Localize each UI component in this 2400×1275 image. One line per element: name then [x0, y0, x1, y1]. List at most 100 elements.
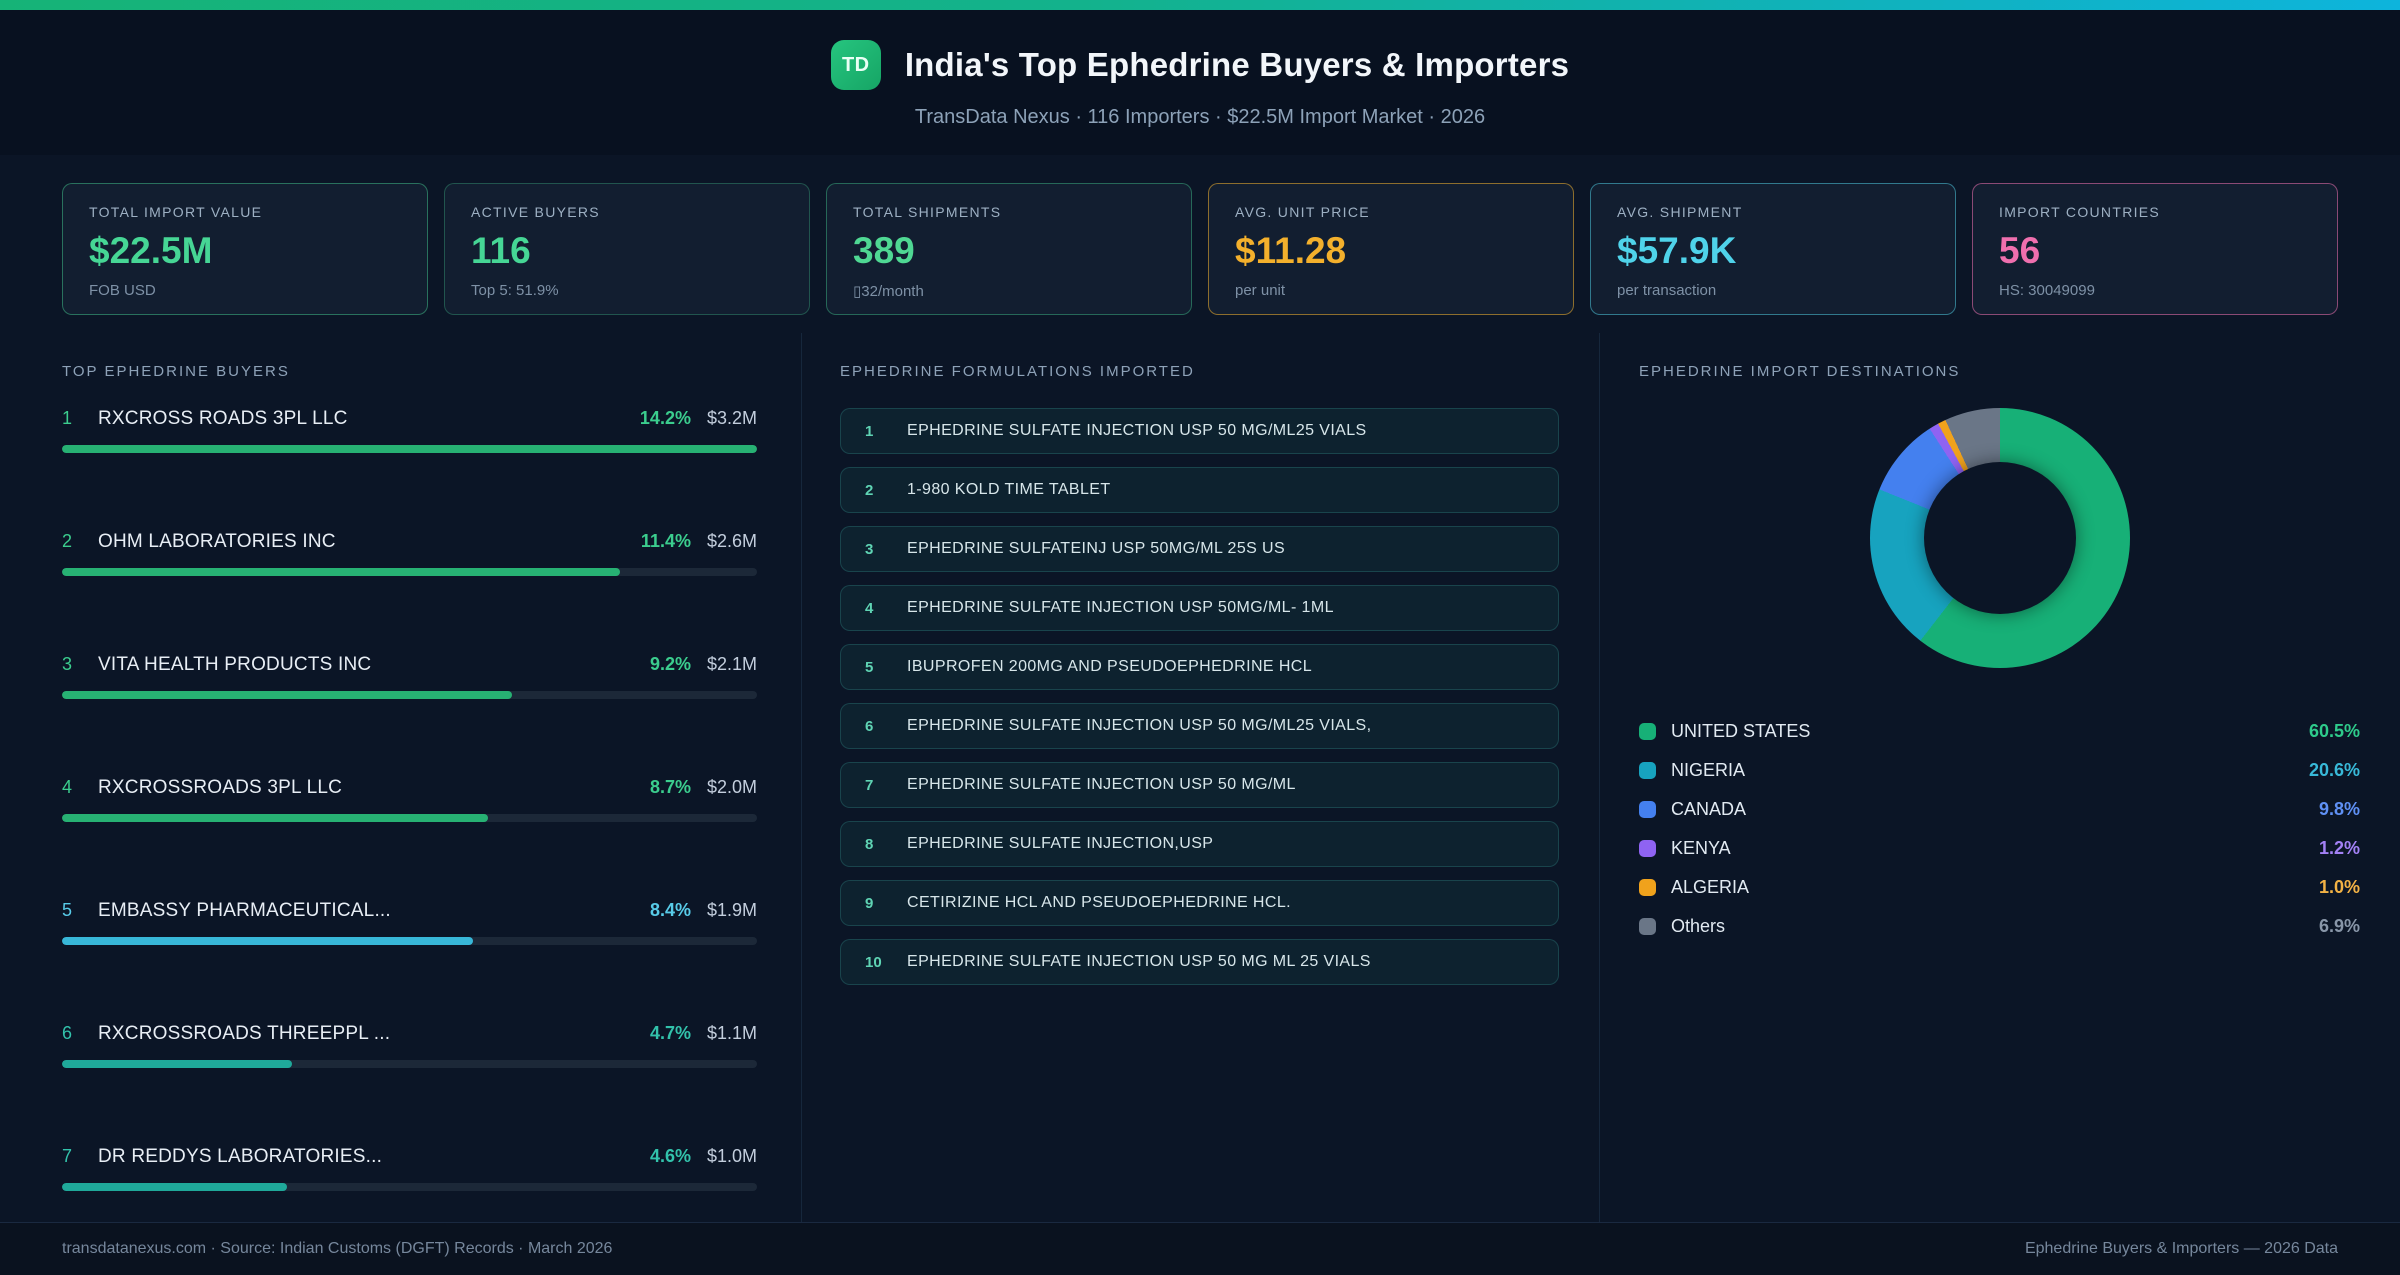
legend-row: Others 6.9% — [1639, 907, 2360, 946]
formulation-number: 9 — [865, 894, 874, 912]
stat-value: 116 — [471, 230, 531, 271]
buyer-row: 2 OHM LABORATORIES INC 11.4% $2.6M — [62, 531, 757, 576]
top-accent-bar — [0, 0, 2400, 10]
footer-note: Ephedrine Buyers & Importers — 2026 Data — [2024, 1240, 2338, 1257]
legend-swatch — [1639, 762, 1656, 779]
buyers-heading: TOP EPHEDRINE BUYERS — [62, 363, 290, 380]
stat-value: $22.5M — [89, 230, 213, 271]
stat-card-total-shipments: TOTAL SHIPMENTS 389 ▯32/month — [826, 183, 1192, 315]
formulation-name: 1-980 KOLD TIME TABLET — [907, 481, 1111, 498]
buyer-name: DR REDDYS LABORATORIES... — [98, 1146, 383, 1167]
buyer-row: 7 DR REDDYS LABORATORIES... 4.6% $1.0M — [62, 1146, 757, 1191]
main-content: TOP EPHEDRINE BUYERS 1 RXCROSS ROADS 3PL… — [0, 333, 2400, 1222]
legend-label: UNITED STATES — [1671, 721, 1811, 741]
formulations-panel: EPHEDRINE FORMULATIONS IMPORTED 1 EPHEDR… — [801, 333, 1599, 1222]
buyer-row: 6 RXCROSSROADS THREEPPL ... 4.7% $1.1M — [62, 1023, 757, 1068]
formulation-number: 10 — [865, 953, 882, 971]
legend-label: ALGERIA — [1671, 877, 1750, 897]
legend-row: KENYA 1.2% — [1639, 829, 2360, 868]
buyer-percent: 14.2% — [639, 408, 691, 428]
header: TD India's Top Ephedrine Buyers & Import… — [0, 10, 2400, 155]
buyer-rank: 4 — [62, 777, 73, 797]
buyer-value: $1.9M — [706, 900, 757, 920]
legend-swatch — [1639, 918, 1656, 935]
progress-fill — [62, 1183, 288, 1191]
formulation-item[interactable]: 2 1-980 KOLD TIME TABLET — [840, 467, 1559, 513]
buyer-rank: 6 — [62, 1023, 73, 1043]
formulation-name: EPHEDRINE SULFATE INJECTION USP 50 MG ML… — [907, 953, 1371, 970]
formulation-item[interactable]: 6 EPHEDRINE SULFATE INJECTION USP 50 MG/… — [840, 703, 1559, 749]
formulation-number: 2 — [865, 481, 874, 499]
formulation-item[interactable]: 5 IBUPROFEN 200MG AND PSEUDOEPHEDRINE HC… — [840, 644, 1559, 690]
progress-track — [62, 1060, 757, 1068]
buyer-value: $2.0M — [706, 777, 757, 797]
progress-fill — [62, 445, 757, 453]
stat-label: AVG. UNIT PRICE — [1235, 204, 1370, 220]
stat-sub: FOB USD — [89, 282, 156, 299]
legend-value: 9.8% — [2318, 799, 2360, 819]
stat-card-avg-unit-price: AVG. UNIT PRICE $11.28 per unit — [1208, 183, 1574, 315]
stat-sub: ▯32/month — [853, 283, 924, 300]
footer: transdatanexus.com · Source: Indian Cust… — [0, 1222, 2400, 1275]
legend-swatch — [1639, 879, 1656, 896]
buyer-name: RXCROSS ROADS 3PL LLC — [98, 408, 348, 429]
brand-logo: TD — [830, 40, 881, 90]
donut-chart — [1869, 408, 2130, 668]
legend-row: CANADA 9.8% — [1639, 790, 2360, 829]
stat-sub: per transaction — [1617, 282, 1717, 299]
buyer-row: 5 EMBASSY PHARMACEUTICAL... 8.4% $1.9M — [62, 900, 757, 945]
legend-row: ALGERIA 1.0% — [1639, 868, 2360, 907]
footer-source: transdatanexus.com · Source: Indian Cust… — [62, 1240, 613, 1257]
top-buyers-panel: TOP EPHEDRINE BUYERS 1 RXCROSS ROADS 3PL… — [0, 333, 801, 1222]
stat-value: 389 — [853, 230, 915, 271]
formulation-name: EPHEDRINE SULFATE INJECTION USP 50 MG/ML… — [907, 422, 1367, 439]
buyer-value: $1.0M — [706, 1146, 757, 1166]
formulation-item[interactable]: 1 EPHEDRINE SULFATE INJECTION USP 50 MG/… — [840, 408, 1559, 454]
formulation-number: 5 — [865, 658, 874, 676]
stat-card-total-import-value: TOTAL IMPORT VALUE $22.5M FOB USD — [62, 183, 428, 315]
formulation-item[interactable]: 8 EPHEDRINE SULFATE INJECTION,USP — [840, 821, 1559, 867]
buyer-percent: 4.6% — [649, 1146, 691, 1166]
legend-label: NIGERIA — [1671, 760, 1746, 780]
page-title: India's Top Ephedrine Buyers & Importers — [904, 46, 1570, 83]
destinations-panel: EPHEDRINE IMPORT DESTINATIONS UNITED STA… — [1599, 333, 2400, 1222]
buyer-name: RXCROSSROADS 3PL LLC — [98, 777, 343, 798]
formulation-item[interactable]: 9 CETIRIZINE HCL AND PSEUDOEPHEDRINE HCL… — [840, 880, 1559, 926]
destinations-legend: UNITED STATES 60.5% NIGERIA 20.6% CANADA… — [1639, 712, 2360, 946]
stat-label: AVG. SHIPMENT — [1617, 204, 1743, 220]
stat-card-avg-shipment: AVG. SHIPMENT $57.9K per transaction — [1590, 183, 1956, 315]
buyer-percent: 8.4% — [649, 900, 691, 920]
progress-track — [62, 691, 757, 699]
legend-label: KENYA — [1671, 838, 1731, 858]
formulation-item[interactable]: 4 EPHEDRINE SULFATE INJECTION USP 50MG/M… — [840, 585, 1559, 631]
buyer-percent: 11.4% — [640, 531, 691, 551]
buyer-name: EMBASSY PHARMACEUTICAL... — [98, 900, 391, 921]
formulation-item[interactable]: 7 EPHEDRINE SULFATE INJECTION USP 50 MG/… — [840, 762, 1559, 808]
formulation-number: 1 — [865, 422, 874, 440]
progress-track — [62, 937, 757, 945]
buyer-value: $2.6M — [706, 531, 757, 551]
formulation-item[interactable]: 10 EPHEDRINE SULFATE INJECTION USP 50 MG… — [840, 939, 1559, 985]
buyer-name: OHM LABORATORIES INC — [98, 531, 336, 552]
legend-value: 60.5% — [2308, 721, 2360, 741]
progress-fill — [62, 691, 513, 699]
buyer-percent: 8.7% — [649, 777, 691, 797]
legend-value: 1.2% — [2318, 838, 2360, 858]
buyer-value: $2.1M — [706, 654, 757, 674]
progress-track — [62, 568, 757, 576]
buyer-row: 3 VITA HEALTH PRODUCTS INC 9.2% $2.1M — [62, 654, 757, 699]
stat-value: $11.28 — [1235, 230, 1347, 271]
formulation-number: 8 — [865, 835, 874, 853]
formulation-item[interactable]: 3 EPHEDRINE SULFATEINJ USP 50MG/ML 25S U… — [840, 526, 1559, 572]
stat-value: 56 — [1999, 230, 2041, 271]
buyer-name: RXCROSSROADS THREEPPL ... — [98, 1023, 391, 1044]
progress-fill — [62, 1060, 293, 1068]
stat-label: TOTAL IMPORT VALUE — [89, 204, 263, 220]
progress-track — [62, 445, 757, 453]
legend-value: 1.0% — [2318, 877, 2360, 897]
buyer-rank: 1 — [62, 408, 73, 428]
formulation-name: EPHEDRINE SULFATE INJECTION USP 50 MG/ML — [907, 776, 1296, 793]
legend-swatch — [1639, 801, 1656, 818]
stat-label: TOTAL SHIPMENTS — [853, 204, 1002, 220]
legend-swatch — [1639, 723, 1656, 740]
